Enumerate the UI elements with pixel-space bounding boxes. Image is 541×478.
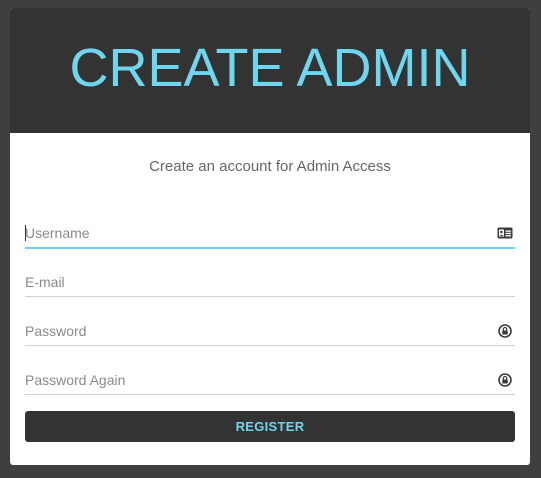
- email-input[interactable]: [25, 272, 485, 292]
- register-button[interactable]: REGISTER: [25, 411, 515, 442]
- page-title: CREATE ADMIN: [69, 38, 471, 98]
- register-card: CREATE ADMIN Create an account for Admin…: [10, 8, 530, 465]
- password-input[interactable]: [25, 321, 485, 341]
- username-field[interactable]: [25, 217, 515, 249]
- header-banner: CREATE ADMIN: [10, 8, 530, 133]
- password-field[interactable]: [25, 315, 515, 346]
- email-field[interactable]: [25, 266, 515, 297]
- text-cursor: [25, 225, 26, 241]
- password-again-input[interactable]: [25, 370, 485, 390]
- form-subtitle: Create an account for Admin Access: [149, 158, 391, 175]
- lock-icon: [498, 324, 512, 338]
- password-again-field[interactable]: [25, 364, 515, 395]
- lock-icon: [498, 373, 512, 387]
- id-card-icon: [497, 227, 513, 239]
- page-background: CREATE ADMIN Create an account for Admin…: [0, 0, 541, 478]
- username-input[interactable]: [25, 223, 485, 243]
